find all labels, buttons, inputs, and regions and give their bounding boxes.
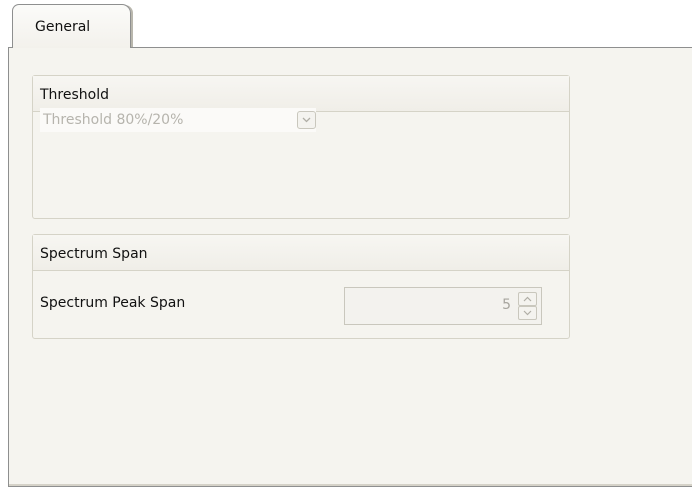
spectrum-peak-span-label: Spectrum Peak Span	[40, 295, 186, 311]
spectrum-peak-span-value: 5	[502, 297, 511, 313]
spin-up-button[interactable]	[518, 292, 537, 306]
tab-general[interactable]: General	[12, 4, 131, 48]
chevron-down-icon	[302, 117, 311, 123]
threshold-group-title: Threshold	[40, 87, 109, 103]
threshold-group: Threshold Threshold 80%/20%	[32, 75, 570, 219]
tab-general-label: General	[35, 19, 91, 35]
threshold-select[interactable]: Threshold 80%/20%	[40, 108, 316, 132]
threshold-group-header: Threshold	[33, 76, 569, 112]
spectrum-span-group: Spectrum Span Spectrum Peak Span 5	[32, 234, 570, 339]
threshold-select-value: Threshold 80%/20%	[43, 112, 184, 128]
settings-window: General Threshold Threshold 80%/20% Spec…	[0, 0, 692, 488]
threshold-dropdown-button[interactable]	[297, 111, 316, 129]
arrow-up-icon	[523, 296, 532, 302]
spectrum-peak-span-stepper[interactable]: 5	[344, 287, 542, 325]
spin-down-button[interactable]	[518, 306, 537, 320]
spectrum-span-group-header: Spectrum Span	[33, 235, 569, 271]
spectrum-span-group-title: Spectrum Span	[40, 246, 148, 262]
arrow-down-icon	[523, 310, 532, 316]
